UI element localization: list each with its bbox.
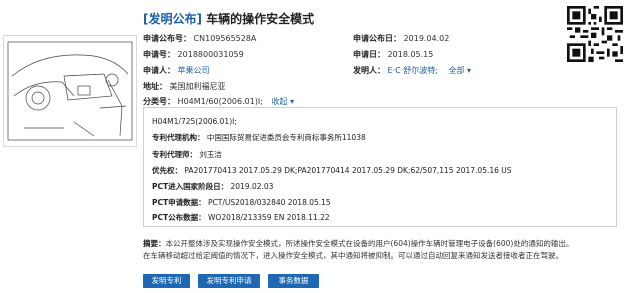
abstract-text-2: 在车辆移动超过给定阈值的情况下，进入操作安全模式，其中通知将被抑制。可以通过自动… [143, 251, 563, 260]
pct-app-row: PCT申请数据： PCT/US2018/032840 2018.05.15 [152, 198, 331, 208]
invention-application-button[interactable]: 发明专利申请 [198, 274, 260, 288]
app-date-value: 2018.05.15 [387, 50, 434, 59]
agent-value: 刘玉洁 [199, 150, 222, 159]
app-no-label: 申请号： [143, 50, 175, 59]
field-app-no: 申请号： 2018800031059 [143, 49, 244, 60]
field-applicant: 申请人： 苹果公司 [143, 65, 210, 76]
ipc-extra: H04M1/725(2006.01)I; [152, 117, 237, 126]
pct-entry-value: 2019.02.03 [230, 182, 274, 191]
drawing-figure [7, 41, 133, 141]
app-no-value: 2018800031059 [177, 50, 244, 59]
detail-panel: H04M1/725(2006.01)I; 专利代理机构： 中国国际贸易促进委员会… [143, 107, 617, 227]
pct-pub-row: PCT公布数据： WO2018/213359 EN 2018.11.22 [152, 213, 330, 223]
ipc-value: H04M1/60(2006.01)I; [177, 97, 263, 106]
priority-row: 优先权： PA201770413 2017.05.29 DK;PA2017704… [152, 166, 512, 176]
applicant-label: 申请人： [143, 66, 175, 75]
address-value: 美国加利福尼亚 [169, 82, 226, 91]
pct-app-value: PCT/US2018/032840 2018.05.15 [208, 198, 331, 207]
ipc-collapse-toggle[interactable]: 收起 ▾ [272, 97, 295, 106]
field-pub-no: 申请公布号： CN109565528A [143, 33, 256, 44]
abstract-text-1: 本公开整体涉及实现操作安全模式，所述操作安全模式在设备的用户(604)操作车辆时… [165, 239, 574, 248]
pub-no-value: CN109565528A [193, 34, 257, 43]
address-label: 地址： [143, 82, 167, 91]
pub-date-value: 2019.04.02 [403, 34, 450, 43]
patent-name: 车辆的操作安全模式 [206, 12, 315, 26]
patent-title: [发明公布] 车辆的操作安全模式 [143, 10, 314, 27]
affairs-data-button[interactable]: 事务数据 [268, 274, 319, 288]
priority-label: 优先权： [152, 166, 182, 175]
pub-no-label: 申请公布号： [143, 34, 191, 43]
abstract-label: 摘要： [143, 239, 166, 248]
inventor-link[interactable]: E·C·舒尔波特; [388, 66, 438, 75]
inventor-label: 发明人： [353, 66, 385, 75]
applicant-link[interactable]: 苹果公司 [178, 66, 210, 75]
field-address: 地址： 美国加利福尼亚 [143, 81, 226, 92]
priority-value: PA201770413 2017.05.29 DK;PA201770414 20… [184, 166, 512, 175]
pct-pub-value: WO2018/213359 EN 2018.11.22 [208, 213, 330, 222]
pct-app-label: PCT申请数据： [152, 198, 206, 207]
field-pub-date: 申请公布日： 2019.04.02 [353, 33, 449, 44]
agent-label: 专利代理师： [152, 150, 197, 159]
field-inventor: 发明人： E·C·舒尔波特; 全部 ▾ [353, 65, 471, 76]
agency-value: 中国国际贸易促进委员会专利商标事务所11038 [206, 133, 366, 142]
app-date-label: 申请日： [353, 50, 385, 59]
agent-row: 专利代理师： 刘玉洁 [152, 150, 222, 160]
pct-entry-row: PCT进入国家阶段日： 2019.02.03 [152, 182, 273, 192]
pct-pub-label: PCT公布数据： [152, 213, 206, 222]
pub-date-label: 申请公布日： [353, 34, 401, 43]
qr-code-icon [567, 6, 623, 62]
pct-entry-label: PCT进入国家阶段日： [152, 182, 229, 191]
patent-type-tag: [发明公布] [143, 12, 202, 26]
invention-patent-button[interactable]: 发明专利 [143, 274, 190, 288]
agency-label: 专利代理机构： [152, 133, 205, 142]
field-app-date: 申请日： 2018.05.15 [353, 49, 433, 60]
ipc-label: 分类号： [143, 97, 175, 106]
abstract: 摘要：本公开整体涉及实现操作安全模式，所述操作安全模式在设备的用户(604)操作… [143, 238, 623, 262]
patent-drawing-thumbnail[interactable] [3, 35, 137, 147]
agency-row: 专利代理机构： 中国国际贸易促进委员会专利商标事务所11038 [152, 133, 366, 143]
inventor-all-toggle[interactable]: 全部 ▾ [449, 66, 472, 75]
abstract-line-1: 摘要：本公开整体涉及实现操作安全模式，所述操作安全模式在设备的用户(604)操作… [143, 238, 623, 250]
field-ipc: 分类号： H04M1/60(2006.01)I; 收起 ▾ [143, 96, 294, 107]
